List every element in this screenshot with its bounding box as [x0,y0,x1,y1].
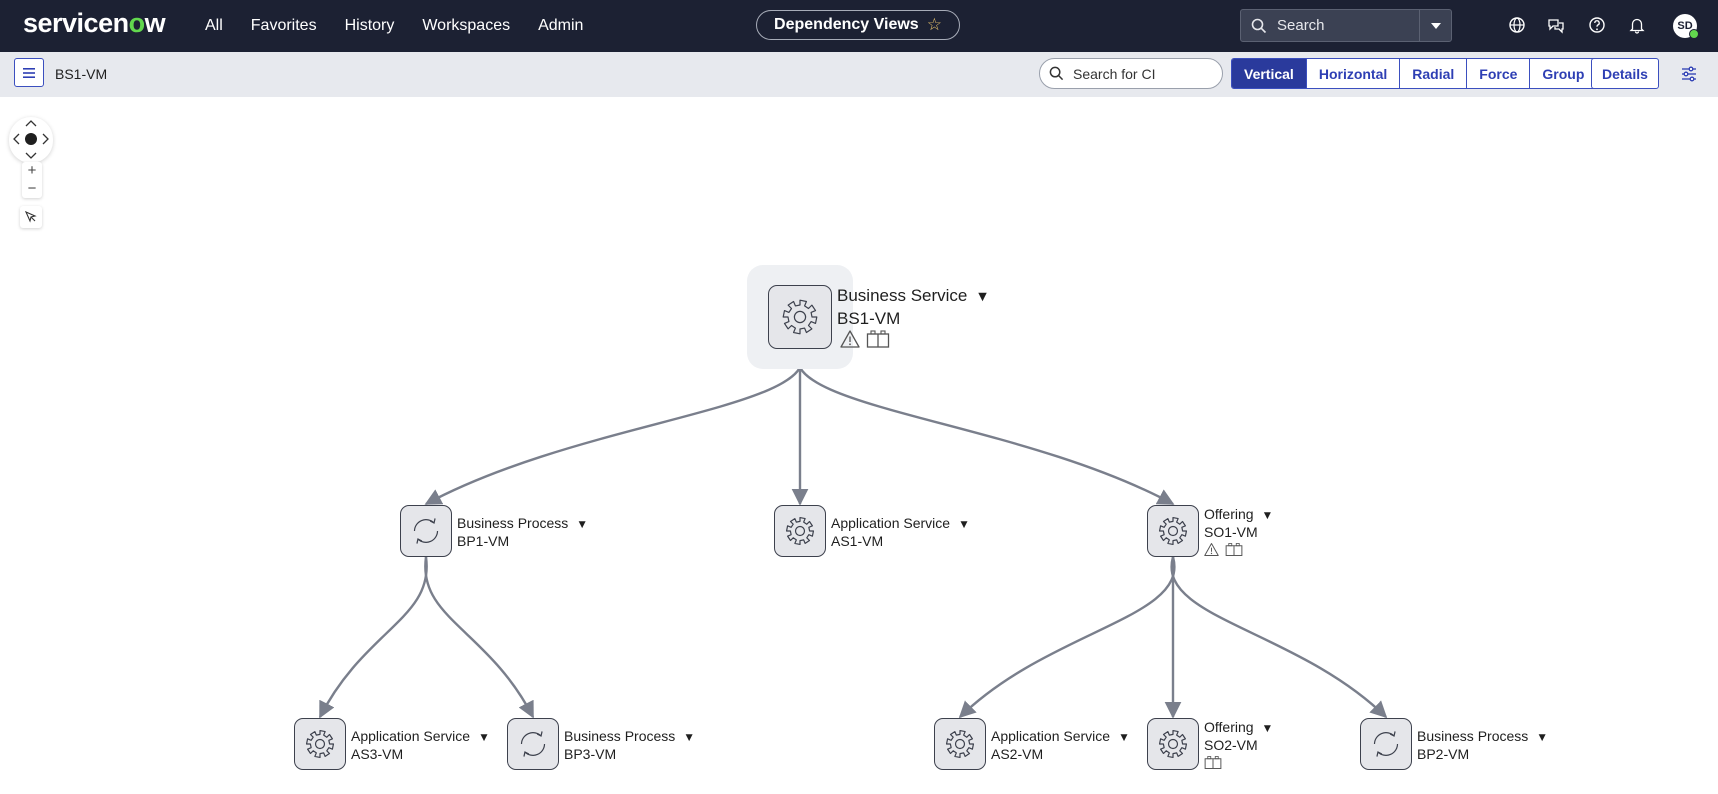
node-icon-box[interactable] [1147,505,1199,557]
refresh-icon [517,728,549,760]
edge-bs1-so1 [796,348,1175,506]
node-label: Application Service ▼ AS2-VM [991,728,1130,763]
node-menu-caret-icon[interactable]: ▼ [1118,729,1130,746]
node-label: Offering ▼ SO2-VM [1204,719,1273,754]
node-name-label: BS1-VM [837,309,901,328]
node-status-badges [1204,755,1222,770]
node-label: Business Process ▼ BP3-VM [564,728,695,763]
refresh-icon [410,515,442,547]
node-menu-caret-icon[interactable]: ▼ [1536,729,1548,746]
node-name-label: BP2-VM [1417,746,1470,762]
node-label: Application Service ▼ AS3-VM [351,728,490,763]
node-name-label: AS3-VM [351,746,404,762]
node-type-label: Application Service [991,728,1111,744]
edge-so1-bp2 [1170,556,1388,719]
refresh-icon [1370,728,1402,760]
node-name-label: BP1-VM [457,533,510,549]
node-menu-caret-icon[interactable]: ▼ [1262,507,1274,524]
node-type-label: Business Service [837,286,968,305]
node-label: Application Service ▼ AS1-VM [831,515,970,550]
package-icon[interactable] [1204,755,1222,770]
gear-icon [944,728,976,760]
node-label: Business Process ▼ BP2-VM [1417,728,1548,763]
gear-icon [1157,728,1189,760]
gear-icon [780,297,820,337]
package-icon[interactable] [1225,542,1243,557]
node-status-badges [1204,542,1243,557]
gear-icon [304,728,336,760]
node-type-label: Offering [1204,506,1254,522]
node-name-label: AS1-VM [831,533,884,549]
gear-icon [1157,515,1189,547]
node-menu-caret-icon[interactable]: ▼ [975,287,989,308]
node-type-label: Offering [1204,719,1254,735]
node-type-label: Application Service [831,515,951,531]
node-type-label: Application Service [351,728,471,744]
gear-icon [784,515,816,547]
node-name-label: AS2-VM [991,746,1044,762]
node-icon-box[interactable] [1147,718,1199,770]
warning-icon[interactable] [1204,542,1219,557]
node-name-label: SO2-VM [1204,737,1258,753]
dependency-edges [318,348,1388,719]
node-icon-box[interactable] [507,718,559,770]
node-menu-caret-icon[interactable]: ▼ [1262,720,1274,737]
package-icon[interactable] [866,329,890,349]
node-icon-box[interactable] [294,718,346,770]
edge-so1-as2 [958,556,1176,719]
node-menu-caret-icon[interactable]: ▼ [958,516,970,533]
node-menu-caret-icon[interactable]: ▼ [683,729,695,746]
node-menu-caret-icon[interactable]: ▼ [478,729,490,746]
warning-icon[interactable] [840,329,860,349]
node-name-label: SO1-VM [1204,524,1258,540]
node-icon-box[interactable] [400,505,452,557]
node-type-label: Business Process [1417,728,1529,744]
node-icon-box[interactable] [768,285,832,349]
edge-bp1-bp3 [424,556,535,719]
node-type-label: Business Process [564,728,676,744]
node-icon-box[interactable] [934,718,986,770]
node-status-badges [840,329,890,349]
node-label: Business Service ▼ BS1-VM [837,285,990,329]
node-icon-box[interactable] [774,505,826,557]
edge-bs1-bp1 [424,348,804,506]
node-label: Offering ▼ SO1-VM [1204,506,1273,541]
node-menu-caret-icon[interactable]: ▼ [576,516,588,533]
node-name-label: BP3-VM [564,746,617,762]
node-icon-box[interactable] [1360,718,1412,770]
node-type-label: Business Process [457,515,569,531]
node-label: Business Process ▼ BP1-VM [457,515,588,550]
edge-bp1-as3 [318,556,428,719]
